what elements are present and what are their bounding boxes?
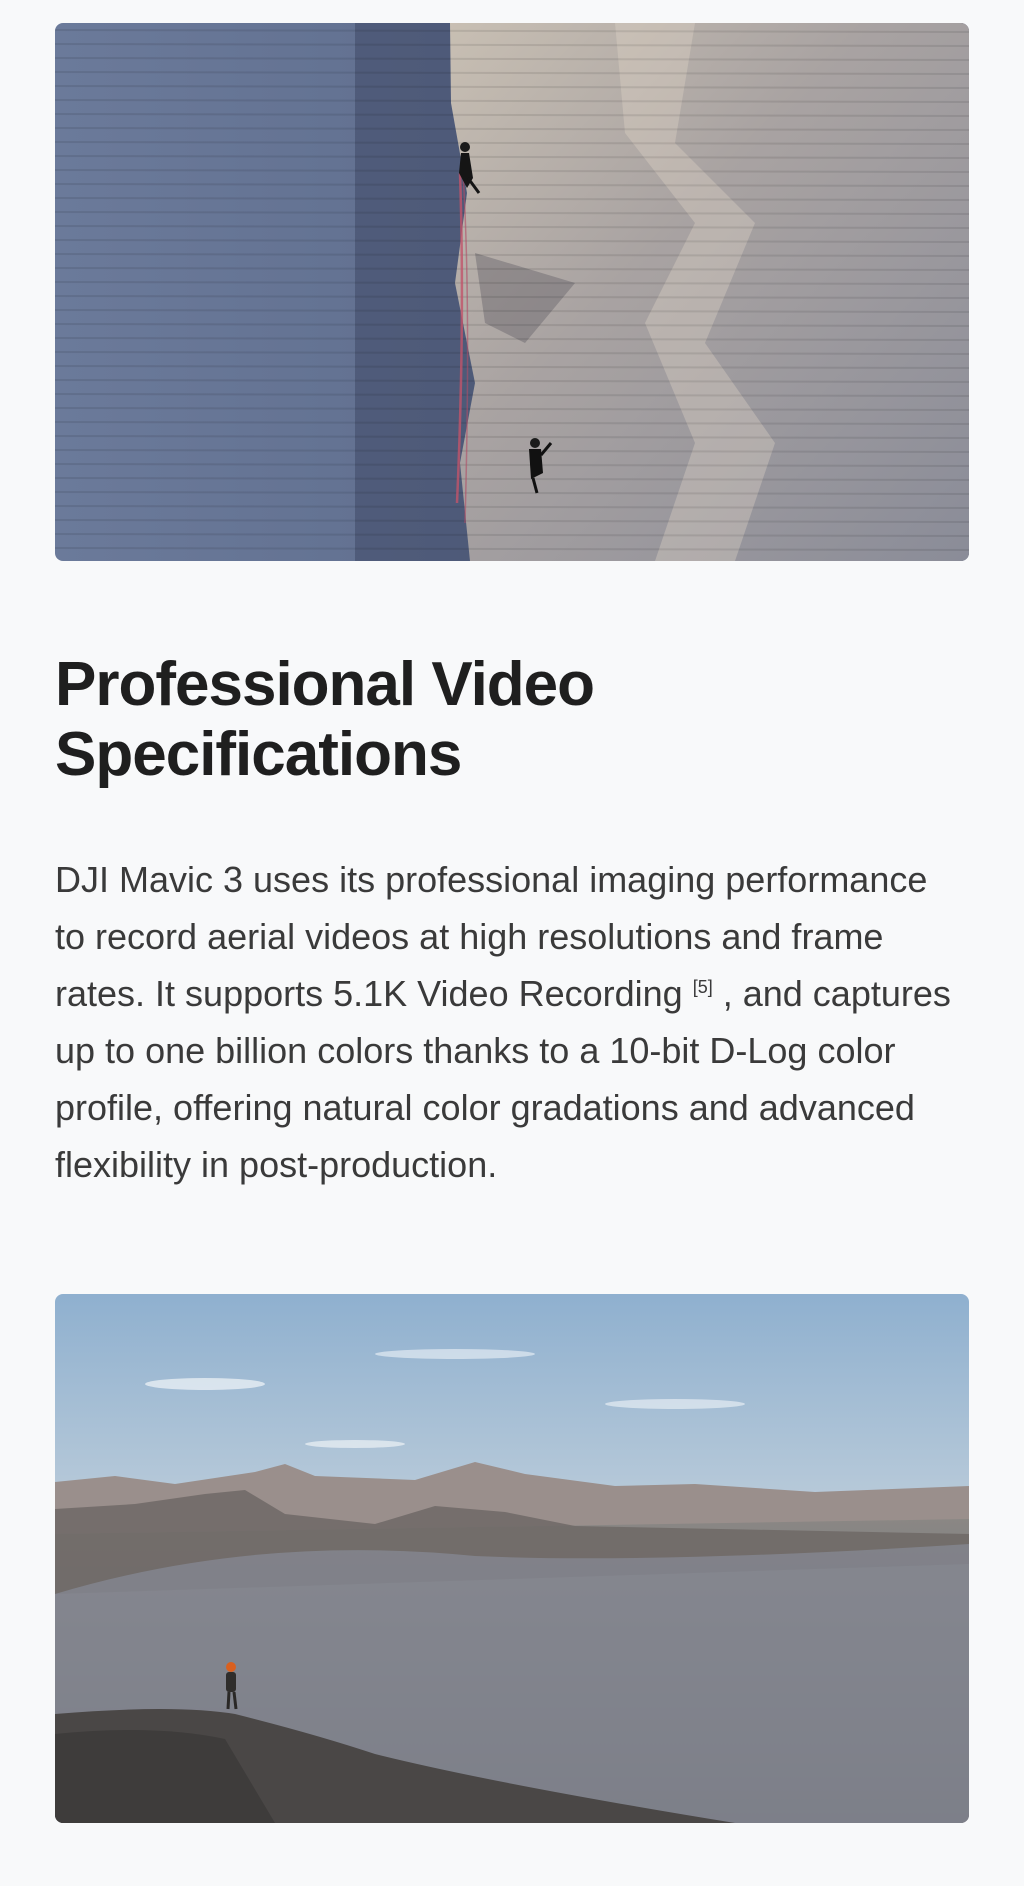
section-title-line-1: Professional Video [55,650,595,719]
footnote-link[interactable]: [5] [693,977,713,997]
desert-landscape-image [55,1294,969,1823]
cliff-climbers-image [55,23,969,561]
section-description: DJI Mavic 3 uses its professional imagin… [55,851,955,1193]
section-title: Professional Video Specifications [55,650,969,790]
section-title-line-2: Specifications [55,720,462,789]
